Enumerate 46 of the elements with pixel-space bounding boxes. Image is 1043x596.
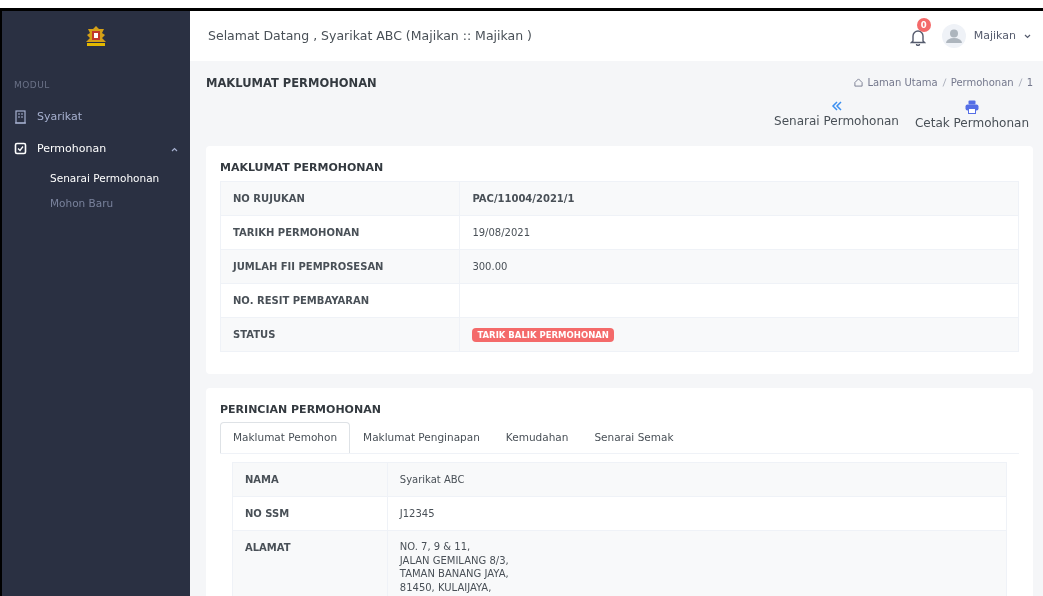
tab[interactable]: Maklumat Penginapan xyxy=(350,422,493,453)
field-value: PAC/11004/2021/1 xyxy=(459,181,1019,216)
print-button[interactable]: Cetak Permohonan xyxy=(910,100,1033,133)
panel-title: PERINCIAN PERMOHONAN xyxy=(220,401,382,418)
caret-icon xyxy=(1024,33,1031,39)
notification-count: 0 xyxy=(916,17,931,33)
breadcrumb-separator-icon xyxy=(941,78,947,87)
field-value: 19/08/2021 xyxy=(459,215,1019,250)
tab[interactable]: Senarai Semak xyxy=(581,422,687,453)
panel-title: MAKLUMAT PERMOHONAN xyxy=(220,160,385,177)
field-label: NO RUJUKAN xyxy=(220,181,460,216)
field-label: NO. RESIT PEMBAYARAN xyxy=(220,283,460,318)
field-label: JUMLAH FII PEMPROSESAN xyxy=(220,249,460,284)
tab[interactable]: Maklumat Pemohon xyxy=(220,422,351,453)
back-button[interactable]: Senarai Permohonan xyxy=(770,100,903,133)
field-label: ALAMAT xyxy=(232,530,388,596)
sidebar-item[interactable]: Syarikat xyxy=(37,108,83,125)
field-label: NAMA xyxy=(232,462,388,497)
sidebar-subitem[interactable]: Mohon Baru xyxy=(2,191,190,217)
sidebar-item[interactable]: Permohonan xyxy=(37,141,107,158)
section-heading: MODUL xyxy=(13,79,51,92)
breadcrumb-separator-icon xyxy=(1017,78,1023,87)
field-value: Syarikat ABC xyxy=(387,462,1007,497)
field-label: TARIKH PERMOHONAN xyxy=(220,215,460,250)
printer-icon xyxy=(964,100,979,115)
status-badge: TARIK BALIK PERMOHONAN xyxy=(472,327,614,342)
notification-bell-icon[interactable] xyxy=(909,27,926,45)
user-menu[interactable]: Majikan xyxy=(973,27,1016,45)
welcome-text: Selamat Datang , Syarikat ABC (Majikan :: Majikan ) xyxy=(208,26,532,45)
building-icon xyxy=(14,109,27,124)
field-label: NO SSM xyxy=(232,496,388,531)
field-value: 300.00 xyxy=(459,249,1019,284)
field-value: NO. 7, 9 & 11, JALAN GEMILANG 8/3, TAMAN BANANG JAYA, 81450, KULAIJAYA, xyxy=(387,530,1007,596)
field-label: STATUS xyxy=(220,317,460,352)
double-chevron-icon xyxy=(830,100,843,113)
page-title: MAKLUMAT PERMOHONAN xyxy=(206,75,377,92)
sidebar-subitem[interactable]: Senarai Permohonan xyxy=(2,165,190,192)
home-icon xyxy=(854,78,864,87)
field-value: J12345 xyxy=(387,496,1007,531)
tab[interactable]: Kemudahan xyxy=(492,422,582,453)
checklist-icon xyxy=(14,142,27,157)
avatar-icon xyxy=(941,24,966,48)
chevron-icon xyxy=(171,146,178,152)
breadcrumb-link[interactable]: Permohonan xyxy=(950,75,1014,90)
breadcrumb-link[interactable]: Laman Utama xyxy=(867,75,938,90)
breadcrumb-link[interactable]: 1 xyxy=(1026,75,1033,90)
